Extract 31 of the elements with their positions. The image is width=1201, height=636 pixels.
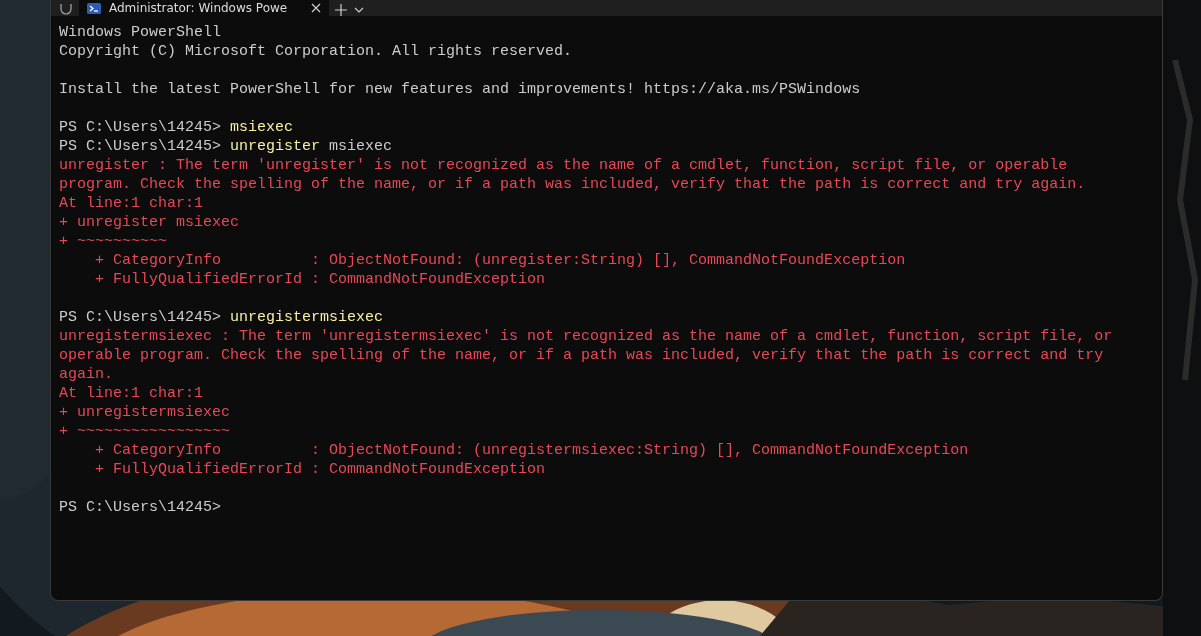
error-text: + FullyQualifiedErrorId : CommandNotFoundException — [94, 271, 546, 288]
terminal-tab[interactable]: Administrator: Windows Powe — [79, 0, 329, 16]
console-text: msiexec — [328, 138, 393, 155]
error-text: + ~~~~~~~~~~~~~~~~~ — [59, 423, 231, 440]
error-text: + unregistermsiexec — [59, 404, 231, 421]
console-text: PS C:\Users\14245> — [59, 119, 223, 136]
new-tab-icon[interactable] — [335, 4, 347, 16]
terminal-icon — [87, 2, 101, 14]
close-icon[interactable] — [311, 3, 321, 13]
console-text: Install the latest PowerShell for new features and improvements! https://aka.ms/PSWindows — [59, 81, 861, 98]
error-text: + CategoryInfo : ObjectNotFound: (unregistermsiexec:String) [], CommandNotFoundException — [94, 442, 969, 459]
command-text: unregister — [230, 138, 321, 155]
shield-icon[interactable] — [59, 4, 73, 16]
error-text: + CategoryInfo : ObjectNotFound: (unregister:String) [], CommandNotFoundException — [94, 252, 906, 269]
console-text: PS C:\Users\14245> — [59, 309, 223, 326]
error-text: At line:1 char:1 — [59, 195, 204, 212]
error-text: again. — [59, 366, 113, 383]
console-text: PS C:\Users\14245> — [59, 499, 222, 516]
error-text: unregistermsiexec : The term 'unregistermsiexec' is not recognized as the name of a cmdlet, function, script file, or — [59, 328, 1113, 345]
error-text: + ~~~~~~~~~~ — [59, 233, 168, 250]
console-text: PS C:\Users\14245> — [59, 138, 223, 155]
error-text: program. Check the spelling of the name, or if a path was included, verify that the path is correct and try again. — [59, 176, 1086, 193]
error-text: + unregister msiexec — [59, 214, 240, 231]
error-text: unregister : The term 'unregister' is not recognized as the name of a cmdlet, function, script file, or operable — [59, 157, 1068, 174]
console-text: Windows PowerShell — [59, 24, 222, 41]
error-text: + FullyQualifiedErrorId : CommandNotFoundException — [94, 461, 546, 478]
command-text: msiexec — [230, 119, 294, 136]
console-text: Copyright (C) Microsoft Corporation. All rights reserved. — [59, 43, 573, 60]
error-text: operable program. Check the spelling of the name, or if a path was included, verify that the path is correct and try — [59, 347, 1104, 364]
command-text: unregistermsiexec — [230, 309, 384, 326]
error-text: At line:1 char:1 — [59, 385, 204, 402]
